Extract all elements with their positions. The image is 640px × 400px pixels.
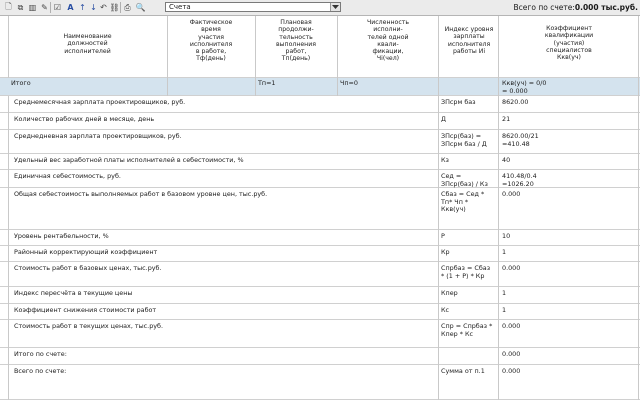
undo-icon[interactable]: ↶ <box>98 2 109 13</box>
table-row[interactable]: Стоимость работ в базовых ценах, тыс.руб… <box>0 262 640 287</box>
row-value[interactable]: 0.000 <box>502 322 520 331</box>
row-value[interactable]: 0.000 <box>502 367 520 376</box>
row-name: Общая себестоимость выполняемых работ в … <box>14 190 268 198</box>
column-header-headcount: Численность исполни- телей одной квали- … <box>367 19 409 63</box>
row-value[interactable]: 1 <box>502 289 506 298</box>
link-icon[interactable]: ⛓ <box>109 2 120 13</box>
column-header-actual-time: Фактическое время участия исполнителя в … <box>189 19 233 63</box>
new-doc-icon[interactable]: 🗋 <box>3 2 14 13</box>
itogo-row[interactable]: Итого Тп=1 Чп=0 Ккв(уч) = 0/0 = 0.000 <box>0 78 640 96</box>
row-formula: Спр = Спрбаз * Кпер * Кс <box>441 322 493 338</box>
arrow-up-icon[interactable]: ↑ <box>77 2 88 13</box>
row-formula: Кпер <box>441 289 458 297</box>
table-row[interactable]: Среднедневная зарплата проектировщиков, … <box>0 130 640 154</box>
row-formula: ЗПсрм баз <box>441 98 476 106</box>
row-name: Итого по счете: <box>14 350 67 358</box>
itogo-label: Итого <box>11 79 31 87</box>
row-formula: Сумма от п.1 <box>441 367 485 375</box>
row-formula: Кр <box>441 248 450 256</box>
column-header-planned-duration: Плановая продолжи- тельность выполнения … <box>276 19 316 63</box>
itogo-tp: Тп=1 <box>258 79 276 87</box>
table-row[interactable]: Количество рабочих дней в месяце, день Д 2… <box>0 113 640 130</box>
print-icon[interactable]: ⎙ <box>122 2 133 13</box>
row-value[interactable]: 8620.00/21 =410.48 <box>502 132 539 148</box>
copy-icon[interactable]: ⧉ <box>15 2 26 13</box>
toolbar: 🗋 ⧉ ▥ ✎ ☑ A ↑ ↓ ↶ ⛓ ⎙ 🔍 Счета Всего по счете:0.000 … <box>0 0 640 16</box>
row-value[interactable]: 40 <box>502 156 510 165</box>
tb-separator-1 <box>50 2 51 13</box>
row-formula: Д <box>441 115 446 123</box>
row-name: Индекс пересчёта в текущие цены <box>14 289 133 297</box>
account-select-value: Счета <box>169 3 191 11</box>
row-formula: Р <box>441 232 445 240</box>
account-total: Всего по счете:0.000 тыс.руб. <box>514 2 638 13</box>
delete-row-icon[interactable]: ▥ <box>27 2 38 13</box>
row-value[interactable]: 21 <box>502 115 510 124</box>
row-value[interactable]: 1 <box>502 306 506 315</box>
row-name: Уровень рентабельности, % <box>14 232 109 240</box>
table-row[interactable]: Всего по счете: Сумма от п.1 0.000 <box>0 365 640 400</box>
row-name: Удельный вес заработной платы исполнител… <box>14 156 244 164</box>
font-icon[interactable]: A <box>65 2 76 13</box>
row-formula: Спрбаз = Сбаз * (1 + Р) * Кр <box>441 264 491 280</box>
table-row[interactable]: Индекс пересчёта в текущие цены Кпер 1 <box>0 287 640 304</box>
row-formula: ЗПср(баз) = ЗПсрм баз / Д <box>441 132 487 148</box>
table-row[interactable]: Стоимость работ в текущих ценах, тыс.руб… <box>0 320 640 348</box>
chevron-down-icon[interactable] <box>330 3 340 11</box>
calculation-grid: Наименование должностей исполнителей Фак… <box>0 16 640 400</box>
row-formula: Кс <box>441 306 450 314</box>
row-value[interactable]: 1 <box>502 248 506 257</box>
row-value[interactable]: 0.000 <box>502 350 520 359</box>
row-value[interactable]: 0.000 <box>502 190 520 199</box>
row-formula: Кз <box>441 156 449 164</box>
row-name: Всего по счете: <box>14 367 67 375</box>
header-row: Наименование должностей исполнителей Фак… <box>0 16 640 78</box>
row-name: Коэффициент снижения стоимости работ <box>14 306 157 314</box>
edit-icon[interactable]: ✎ <box>39 2 50 13</box>
row-name: Стоимость работ в текущих ценах, тыс.руб… <box>14 322 164 330</box>
itogo-chp: Чп=0 <box>340 79 358 87</box>
search-icon[interactable]: 🔍 <box>135 2 146 13</box>
account-total-prefix: Всего по счете: <box>513 3 575 12</box>
table-row[interactable]: Итого по счете: 0.000 <box>0 348 640 365</box>
itogo-kkv: Ккв(уч) = 0/0 = 0.000 <box>502 79 547 95</box>
row-name: Среднедневная зарплата проектировщиков, … <box>14 132 182 140</box>
row-name: Стоимость работ в базовых ценах, тыс.руб… <box>14 264 162 272</box>
table-row[interactable]: Единичная себестоимость, руб. Сед = ЗПср(… <box>0 170 640 188</box>
row-value[interactable]: 8620.00 <box>502 98 528 107</box>
checkbox-icon[interactable]: ☑ <box>52 2 63 13</box>
row-name: Количество рабочих дней в месяце, день <box>14 115 155 123</box>
table-row[interactable]: Общая себестоимость выполняемых работ в … <box>0 188 640 230</box>
row-value[interactable]: 410.48/0.4 =1026.20 <box>502 172 537 188</box>
account-select[interactable]: Счета <box>165 2 341 12</box>
column-header-salary-index: Индекс уровня зарплаты исполнителя работ… <box>444 26 494 55</box>
table-row[interactable]: Уровень рентабельности, % Р 10 <box>0 230 640 246</box>
column-header-position: Наименование должностей исполнителей <box>63 33 112 55</box>
account-total-value: 0.000 тыс.руб. <box>574 3 638 12</box>
row-value[interactable]: 0.000 <box>502 264 520 273</box>
row-name: Среднемесячная зарплата проектировщиков,… <box>14 98 186 106</box>
tb-separator-2 <box>120 2 121 13</box>
row-formula: Сбаз = Сед * Тп* Чп * Ккв(уч) <box>441 190 485 214</box>
row-formula: Сед = ЗПср(баз) / Кз <box>441 172 488 188</box>
table-row[interactable]: Удельный вес заработной платы исполнител… <box>0 154 640 170</box>
row-value[interactable]: 10 <box>502 232 510 241</box>
column-header-qualification-coef: Коэффициент квалификации (участия) специ… <box>544 25 594 62</box>
table-row[interactable]: Районный корректирующий коэффициент Кр 1 <box>0 246 640 262</box>
row-name: Районный корректирующий коэффициент <box>14 248 158 256</box>
row-name: Единичная себестоимость, руб. <box>14 172 121 180</box>
table-row[interactable]: Среднемесячная зарплата проектировщиков,… <box>0 96 640 113</box>
table-row[interactable]: Коэффициент снижения стоимости работ Кс 1 <box>0 304 640 320</box>
